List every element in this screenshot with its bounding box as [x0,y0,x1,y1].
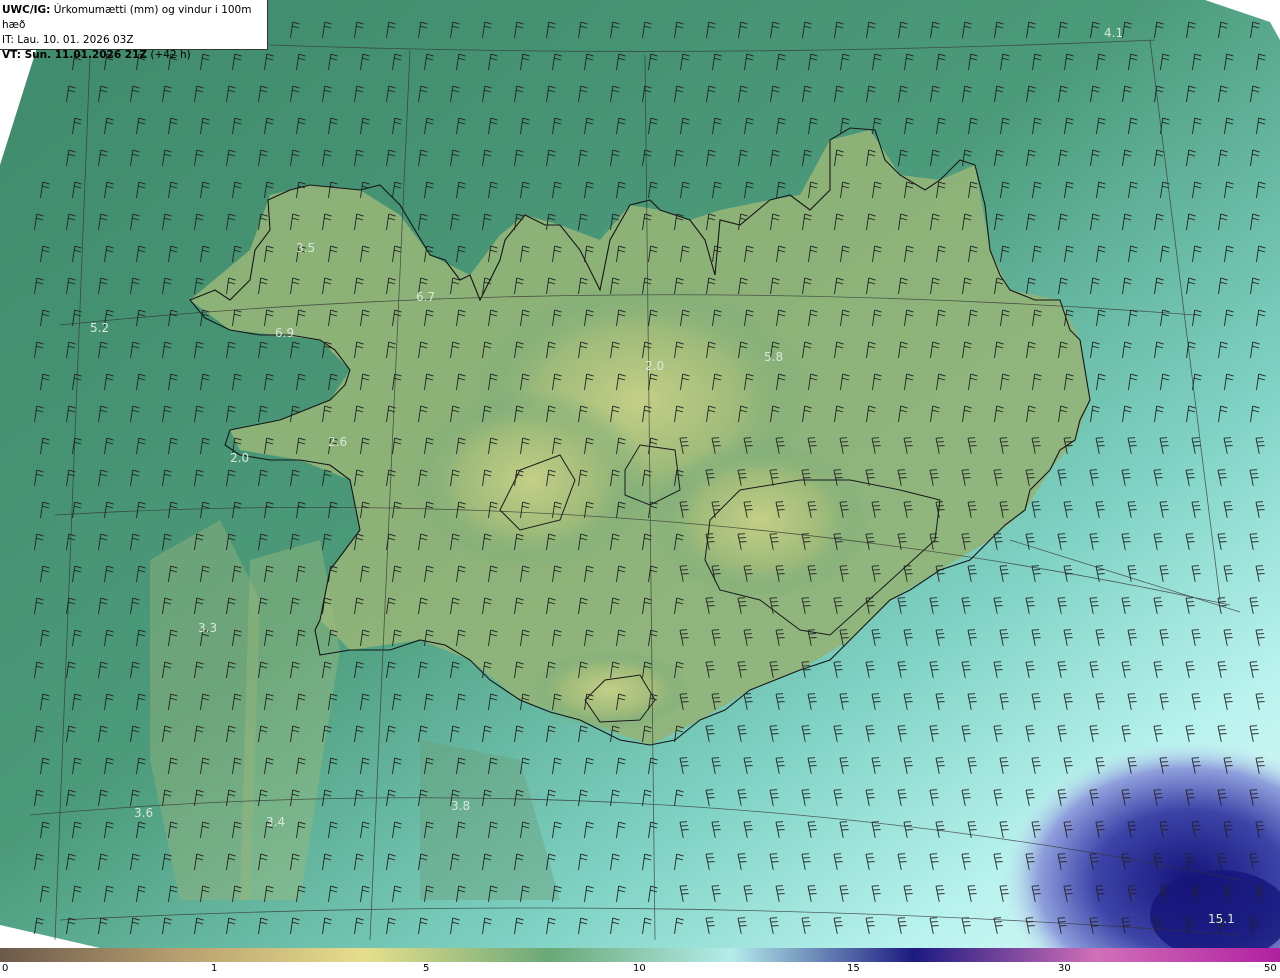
title-line: UWC/IG: Úrkomumætti (mm) og vindur i 100… [2,3,265,33]
valid-time-line: VT: Sun. 11.01.2026 21Z (+42 h) [2,48,265,63]
colorbar-tick: 1 [211,963,218,974]
colorbar-tick: 5 [423,963,430,974]
map-header: UWC/IG: Úrkomumætti (mm) og vindur i 100… [0,0,268,61]
precip-label: 15.1 [1208,912,1235,926]
colorbar-tick: 15 [847,963,860,974]
colorbar-tick: 10 [633,963,646,974]
model-prefix: UWC/IG: [2,4,51,16]
precip-label: 3.3 [198,621,217,635]
precip-label: 5.2 [90,321,109,335]
colorbar-tick: 50 [1264,963,1277,974]
colorbar: 0 1 5 10 15 30 50 [0,948,1280,978]
colorbar-strip [0,948,1280,962]
precip-label: 4.1 [1104,26,1123,40]
forecast-hour: (+42 h) [150,49,191,61]
precip-label: 6.7 [416,290,435,304]
precip-label: 3.5 [296,241,315,255]
precip-label: 6.9 [275,326,294,340]
colorbar-tick: 30 [1058,963,1071,974]
precipitation-wind-map: 4.1 3.5 6.7 5.2 6.9 2.0 5.8 2.6 2.0 3.3 … [0,0,1280,948]
precip-label: 3.8 [451,799,470,813]
precip-label: 3.6 [134,806,153,820]
precip-label: 2.6 [328,435,347,449]
precip-label: 2.0 [645,359,664,373]
valid-time: VT: Sun. 11.01.2026 21Z [2,49,148,61]
precip-label: 5.8 [764,350,783,364]
precip-label: 2.0 [230,451,249,465]
init-time: IT: Lau. 10. 01. 2026 03Z [2,34,134,46]
colorbar-tick: 0 [2,963,9,974]
precip-label: 3.4 [266,815,285,829]
